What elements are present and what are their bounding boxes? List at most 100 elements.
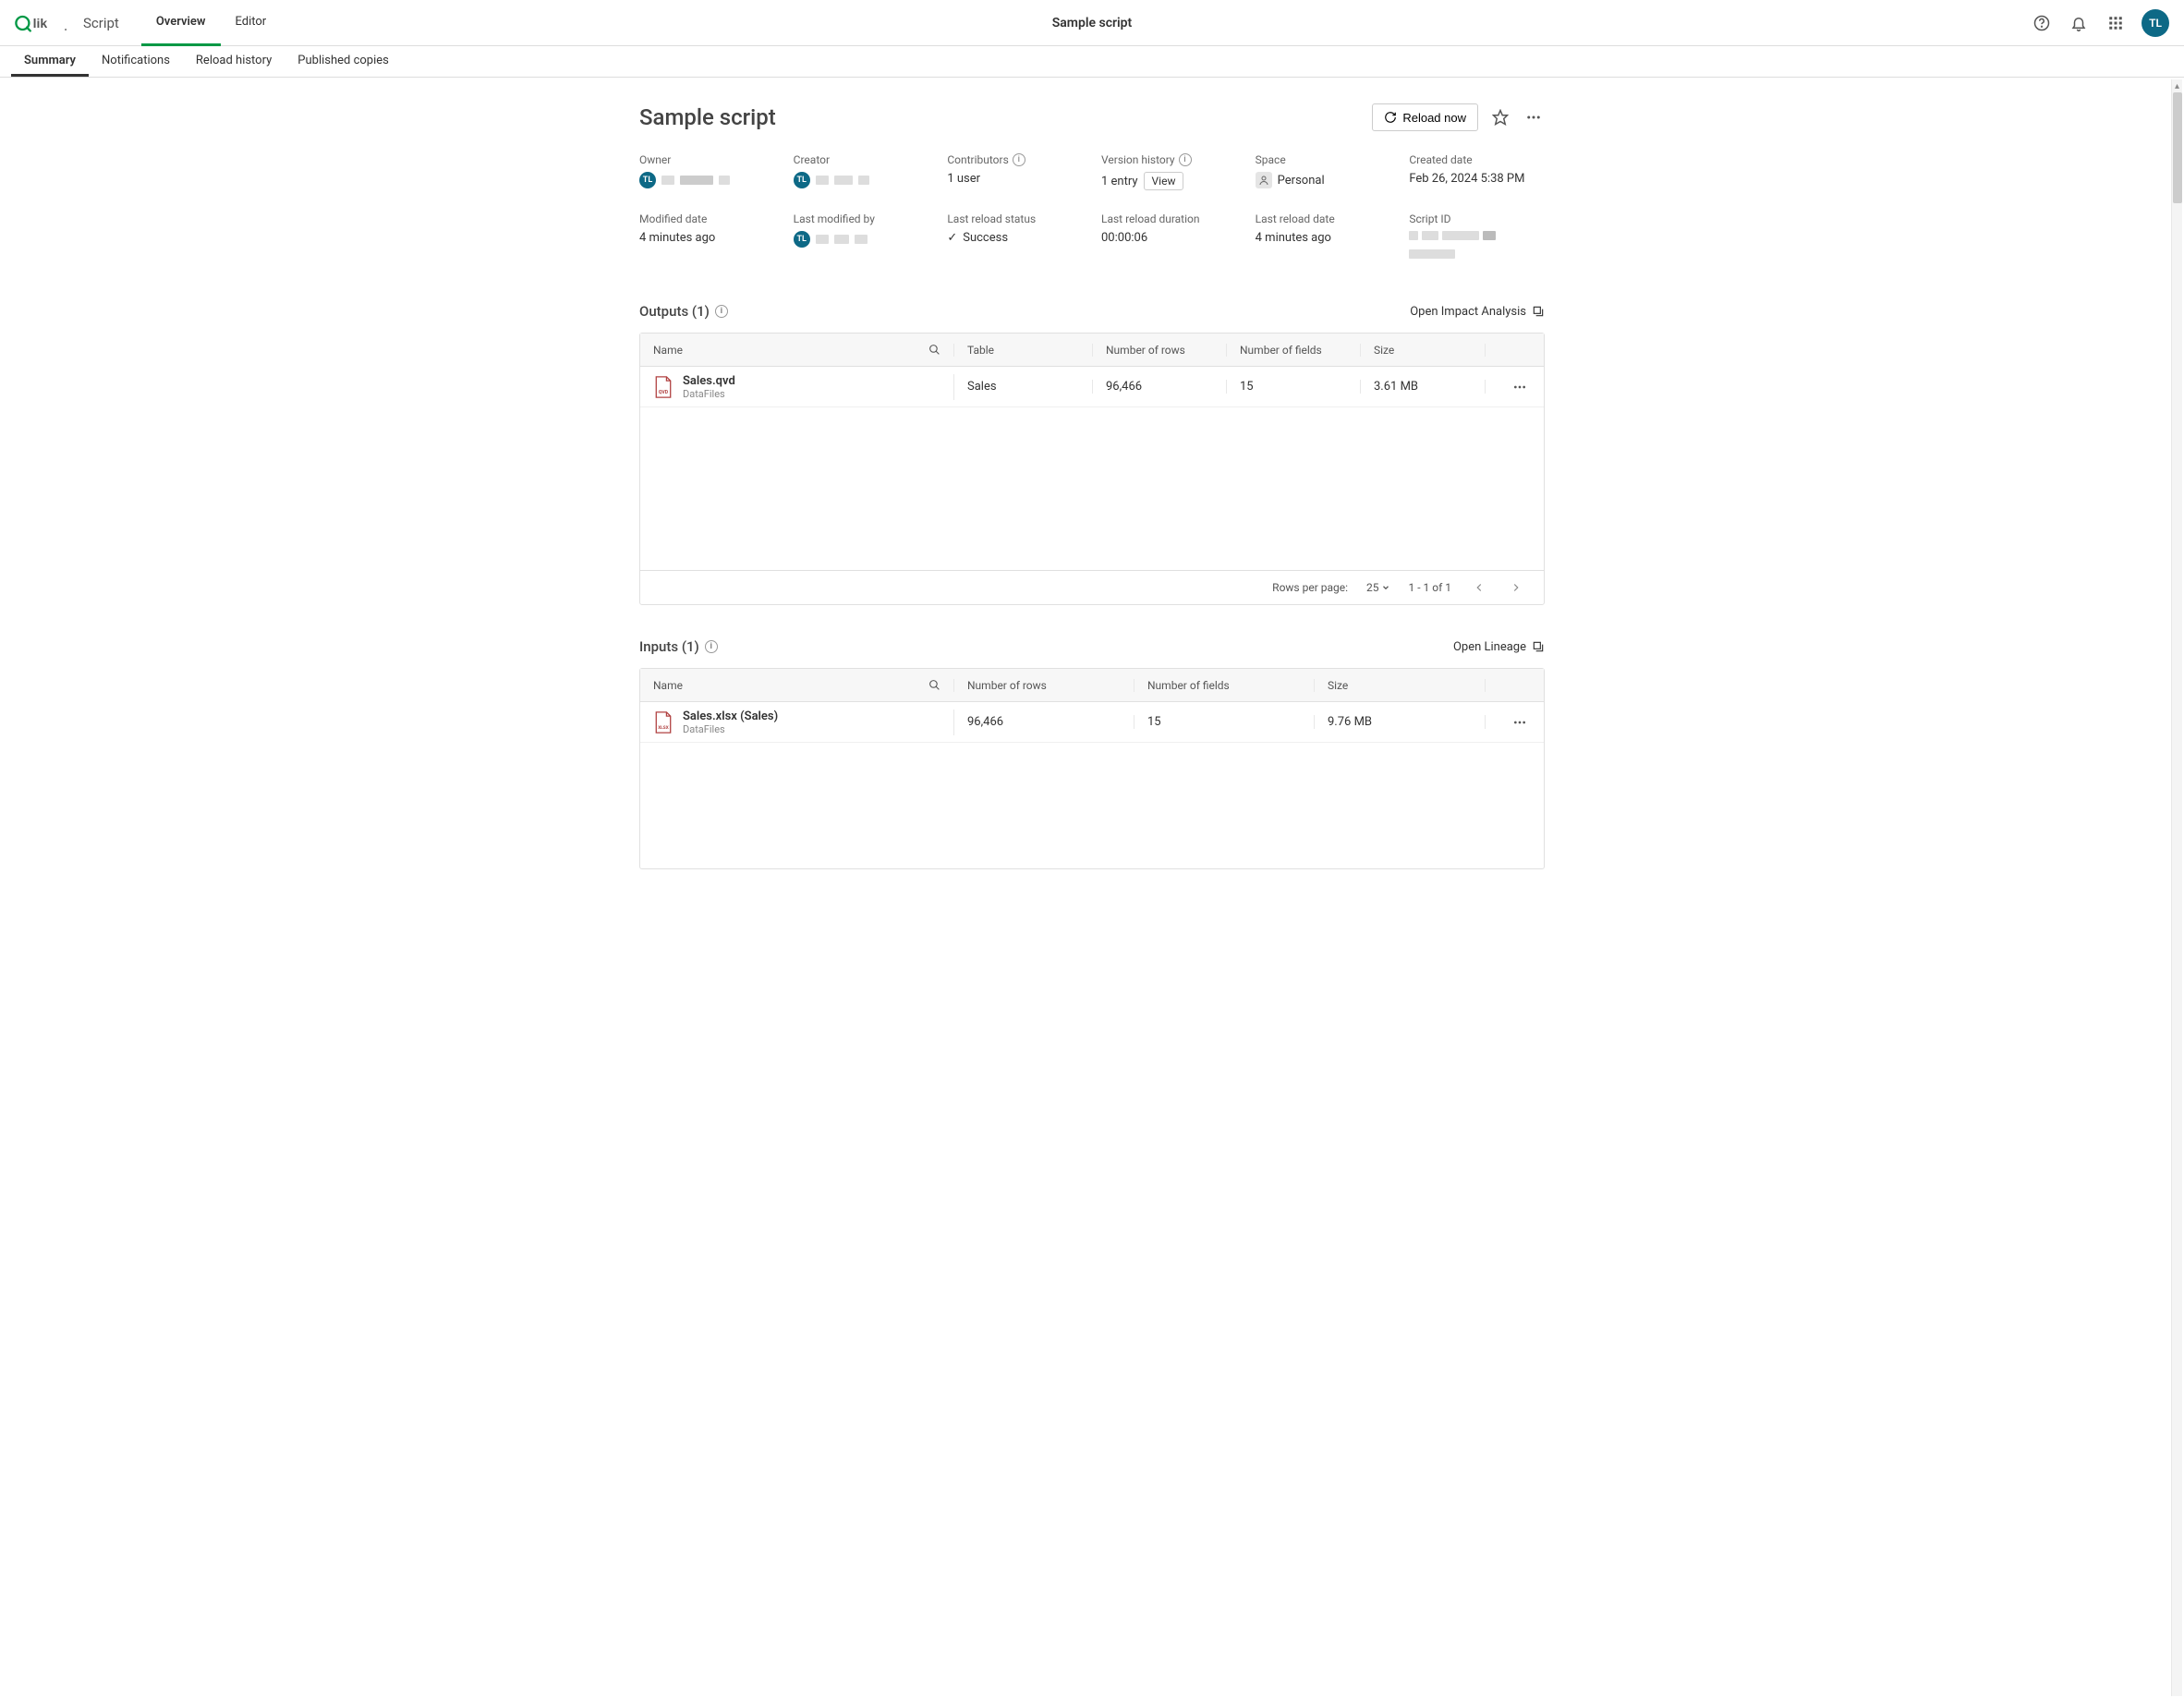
redacted-text xyxy=(1422,231,1438,240)
reload-now-label: Reload now xyxy=(1402,111,1466,125)
inputs-tbody: XLSX Sales.xlsx (Sales) DataFiles 96,466… xyxy=(640,702,1544,868)
nav-overview[interactable]: Overview xyxy=(141,0,221,46)
qlik-logo[interactable]: lik xyxy=(15,11,67,35)
redacted-text xyxy=(834,176,853,185)
qvd-file-icon: QVD xyxy=(653,376,673,398)
redacted-text xyxy=(834,235,849,244)
xlsx-file-icon: XLSX xyxy=(653,711,673,734)
file-source: DataFiles xyxy=(683,388,735,400)
detail-script-id-value xyxy=(1409,231,1545,259)
redacted-text xyxy=(858,176,869,185)
more-icon[interactable] xyxy=(1523,106,1545,128)
outputs-thead: Name Table Number of rows Number of fiel… xyxy=(640,334,1544,367)
scroll-up-button[interactable]: ▴ xyxy=(2172,79,2182,92)
th-name[interactable]: Name xyxy=(640,344,954,357)
inputs-thead: Name Number of rows Number of fields Siz… xyxy=(640,669,1544,702)
detail-space-value: Personal xyxy=(1256,172,1391,188)
detail-modified-date-label: Modified date xyxy=(639,212,775,225)
outputs-tbody: QVD Sales.qvd DataFiles Sales 96,466 15 … xyxy=(640,367,1544,570)
page-actions: Reload now xyxy=(1372,103,1545,131)
th-size[interactable]: Size xyxy=(1361,344,1486,357)
detail-created-date: Created date Feb 26, 2024 5:38 PM xyxy=(1409,153,1545,190)
detail-script-id: Script ID xyxy=(1409,212,1545,259)
more-icon[interactable] xyxy=(1509,376,1531,398)
info-icon[interactable]: i xyxy=(1179,153,1192,166)
detail-created-date-label: Created date xyxy=(1409,153,1545,166)
th-rows[interactable]: Number of rows xyxy=(954,679,1134,692)
tab-notifications[interactable]: Notifications xyxy=(89,46,183,77)
user-avatar[interactable]: TL xyxy=(2142,9,2169,37)
th-name[interactable]: Name xyxy=(640,679,954,692)
th-fields[interactable]: Number of fields xyxy=(1227,344,1361,357)
search-icon[interactable] xyxy=(928,344,940,356)
detail-last-reload-duration-label: Last reload duration xyxy=(1101,212,1237,225)
redacted-text xyxy=(661,176,674,185)
scroll-thumb[interactable] xyxy=(2173,92,2182,203)
open-impact-analysis-link[interactable]: Open Impact Analysis xyxy=(1410,305,1545,319)
detail-creator-value: TL xyxy=(794,172,929,188)
topbar-right: TL xyxy=(2031,9,2169,37)
td-name: XLSX Sales.xlsx (Sales) DataFiles xyxy=(640,710,954,735)
detail-last-reload-status-value: ✓ Success xyxy=(947,231,1083,245)
td-table: Sales xyxy=(954,380,1093,394)
view-button[interactable]: View xyxy=(1144,172,1184,190)
inputs-title: Inputs (1) i xyxy=(639,638,718,655)
detail-last-reload-duration-value: 00:00:06 xyxy=(1101,231,1237,245)
star-icon[interactable] xyxy=(1489,106,1511,128)
detail-contributors-label: Contributorsi xyxy=(947,153,1083,166)
next-page-button[interactable] xyxy=(1507,578,1525,597)
bell-icon[interactable] xyxy=(2068,12,2090,34)
redacted-text xyxy=(855,235,868,244)
owner-avatar: TL xyxy=(639,172,656,188)
page-title: Sample script xyxy=(639,104,776,130)
external-link-icon xyxy=(1532,640,1545,653)
reload-icon xyxy=(1384,111,1397,124)
info-icon[interactable]: i xyxy=(715,305,728,318)
more-icon[interactable] xyxy=(1509,711,1531,734)
td-fields: 15 xyxy=(1227,380,1361,394)
info-icon[interactable]: i xyxy=(705,640,718,653)
detail-version-history-label: Version historyi xyxy=(1101,153,1237,166)
detail-creator: Creator TL xyxy=(794,153,929,190)
scrollbar[interactable]: ▴ xyxy=(2171,79,2182,1696)
open-lineage-link[interactable]: Open Lineage xyxy=(1453,640,1545,654)
apps-grid-icon[interactable] xyxy=(2105,12,2127,34)
svg-text:QVD: QVD xyxy=(659,389,669,394)
last-modified-by-avatar: TL xyxy=(794,231,810,248)
detail-last-reload-date-value: 4 minutes ago xyxy=(1256,231,1391,245)
detail-last-reload-duration: Last reload duration 00:00:06 xyxy=(1101,212,1237,259)
rows-per-page-select[interactable]: 25 xyxy=(1366,581,1390,594)
detail-version-history-value: 1 entry View xyxy=(1101,172,1237,190)
tab-reload-history[interactable]: Reload history xyxy=(183,46,285,77)
detail-last-modified-by-value: TL xyxy=(794,231,929,248)
inputs-table: Name Number of rows Number of fields Siz… xyxy=(639,668,1545,869)
redacted-text xyxy=(1442,231,1479,240)
file-name: Sales.xlsx (Sales) xyxy=(683,710,778,723)
detail-contributors-value: 1 user xyxy=(947,172,1083,186)
tab-published-copies[interactable]: Published copies xyxy=(285,46,402,77)
table-row[interactable]: QVD Sales.qvd DataFiles Sales 96,466 15 … xyxy=(640,367,1544,407)
td-rows: 96,466 xyxy=(954,715,1134,729)
th-rows[interactable]: Number of rows xyxy=(1093,344,1227,357)
info-icon[interactable]: i xyxy=(1013,153,1025,166)
prev-page-button[interactable] xyxy=(1470,578,1488,597)
outputs-pagination: Rows per page: 25 1 - 1 of 1 xyxy=(640,570,1544,604)
th-size[interactable]: Size xyxy=(1315,679,1486,692)
reload-now-button[interactable]: Reload now xyxy=(1372,103,1478,131)
td-name: QVD Sales.qvd DataFiles xyxy=(640,374,954,400)
th-table[interactable]: Table xyxy=(954,344,1093,357)
td-fields: 15 xyxy=(1134,715,1315,729)
external-link-icon xyxy=(1532,305,1545,318)
tab-summary[interactable]: Summary xyxy=(11,46,89,77)
nav-editor[interactable]: Editor xyxy=(221,0,282,46)
detail-last-reload-status: Last reload status ✓ Success xyxy=(947,212,1083,259)
help-icon[interactable] xyxy=(2031,12,2053,34)
subtabs: Summary Notifications Reload history Pub… xyxy=(0,46,2184,78)
th-fields[interactable]: Number of fields xyxy=(1134,679,1315,692)
pagination-range: 1 - 1 of 1 xyxy=(1409,581,1451,594)
search-icon[interactable] xyxy=(928,679,940,691)
details-grid: Owner TL Creator TL Contributorsi xyxy=(639,153,1545,259)
table-row[interactable]: XLSX Sales.xlsx (Sales) DataFiles 96,466… xyxy=(640,702,1544,743)
svg-text:XLSX: XLSX xyxy=(658,724,668,730)
top-nav: Overview Editor xyxy=(141,0,281,46)
